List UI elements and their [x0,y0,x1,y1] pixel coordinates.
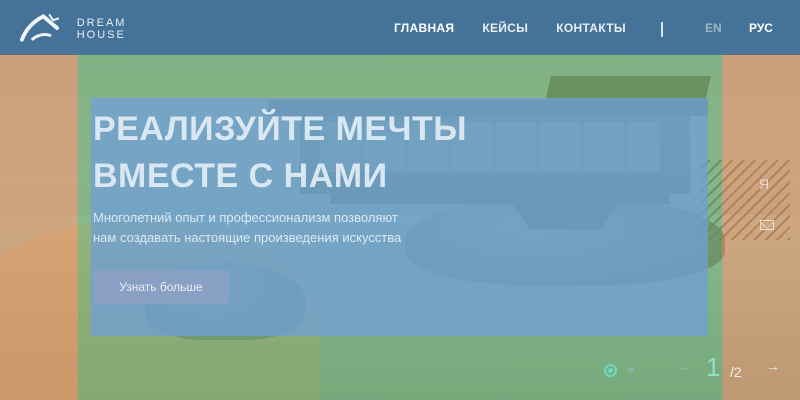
learn-more-button[interactable]: Узнать больше [93,270,229,304]
slider-dot-active[interactable] [604,364,617,377]
hero-title-line-2: ВМЕСТЕ С НАМИ [93,157,388,195]
nav-item-cases[interactable]: КЕЙСЫ [482,21,528,35]
lang-en[interactable]: EN [705,0,722,55]
hero-subtitle-line-2: нам создавать настоящие произведения иск… [93,230,402,245]
overlay-margin-left [0,52,78,400]
hero-subtitle: Многолетний опыт и профессионализм позво… [93,208,513,248]
prev-arrow-icon[interactable]: ← [678,358,692,374]
lang-ru[interactable]: РУС [749,0,773,55]
slider-total-pages: /2 [730,364,742,380]
next-arrow-icon[interactable]: → [766,358,780,374]
hero-title: РЕАЛИЗУЙТЕ МЕЧТЫ ВМЕСТЕ С НАМИ [93,106,553,200]
slider-current-page: 1 [706,352,721,382]
hero-title-line-1: РЕАЛИЗУЙТЕ МЕЧТЫ [93,110,468,148]
main-nav: ГЛАВНАЯ КЕЙСЫ КОНТАКТЫ [394,0,626,55]
nav-item-home[interactable]: ГЛАВНАЯ [394,21,454,35]
slider-dot[interactable] [628,367,634,373]
yandex-icon[interactable]: Я [759,176,769,192]
nav-divider [661,22,663,37]
logo-house-icon [19,13,60,42]
site-header: DREAM HOUSE ГЛАВНАЯ КЕЙСЫ КОНТАКТЫ EN РУ… [0,0,800,55]
logo-text: DREAM HOUSE [76,17,127,41]
logo[interactable]: DREAM HOUSE [18,10,178,48]
mail-icon[interactable] [760,220,774,230]
nav-item-contacts[interactable]: КОНТАКТЫ [556,21,626,35]
hero-subtitle-line-1: Многолетний опыт и профессионализм позво… [93,210,398,225]
